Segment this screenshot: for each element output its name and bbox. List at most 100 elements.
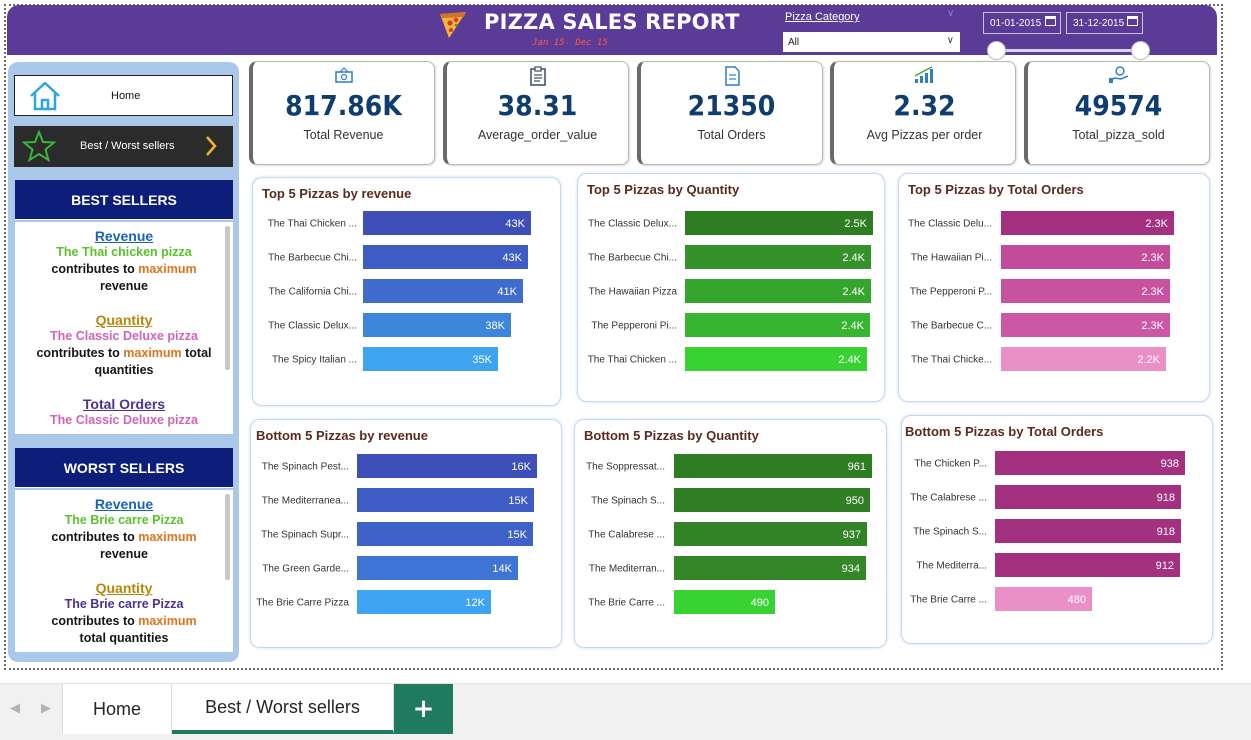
bar[interactable] (995, 451, 1185, 475)
chart-title: Bottom 5 Pizzas by Quantity (584, 428, 759, 443)
date-from-input[interactable]: 01-01-2015 (983, 12, 1061, 34)
data-label: 938 (1161, 458, 1179, 470)
nav-home-button[interactable]: Home (14, 75, 233, 116)
category-label: The Brie Carre ... (588, 598, 665, 609)
date-range-slider-start-handle[interactable] (987, 41, 1006, 60)
category-label: The Thai Chicke... (911, 355, 992, 366)
category-label: The Green Garde... (262, 564, 349, 575)
kpi-total-pizza-sold-value: 49574 (1074, 89, 1163, 122)
data-label: 35K (472, 354, 492, 366)
bar[interactable] (357, 454, 537, 478)
data-label: 950 (846, 495, 864, 507)
worst-revenue-item: The Brie carre Pizza (64, 513, 184, 527)
kpi-average-order-value-value: 38.31 (497, 89, 578, 122)
best-quantity-heading: Quantity (95, 312, 153, 328)
bar[interactable] (995, 553, 1180, 577)
worst-sellers-scrollbar[interactable] (225, 494, 230, 580)
best-sellers-notes: Revenue The Thai chicken pizza contribut… (15, 222, 233, 434)
chart-title: Top 5 Pizzas by Total Orders (908, 182, 1084, 197)
tabs-scroll-right-icon[interactable]: ▶ (41, 701, 51, 716)
data-label: 934 (842, 563, 860, 575)
kpi-total-revenue-label: Total Revenue (303, 128, 384, 142)
worst-revenue-line2: revenue (100, 547, 148, 561)
bar[interactable] (995, 519, 1181, 543)
data-label: 2.5K (844, 218, 867, 230)
nav-best-worst-button[interactable]: Best / Worst sellers (14, 126, 233, 167)
chart-bottom5-orders: The Chicken P... 938 The Calabrese ... 918 T… (901, 415, 1213, 644)
money-icon (334, 67, 353, 83)
chart-bottom5-quantity: The Soppressat... 961 The Spinach S... 950 T… (574, 419, 887, 648)
category-label: The Mediterra... (916, 561, 987, 572)
data-label: 15K (508, 495, 528, 507)
kpi-avg-pizzas-value: 2.32 (893, 89, 956, 122)
bar[interactable] (674, 556, 866, 580)
worst-revenue-heading: Revenue (94, 496, 154, 512)
calendar-icon (1127, 16, 1138, 26)
category-label: The Pepperoni Pi... (591, 321, 677, 332)
nav-home-label: Home (111, 90, 141, 102)
category-label: The California Chi... (269, 287, 357, 298)
report-subtitle: Jan 15- Dec 15 (532, 38, 608, 48)
tab-best-worst-sellers[interactable]: Best / Worst sellers (172, 684, 394, 734)
category-label: The Thai Chicken ... (588, 355, 677, 366)
star-icon (22, 130, 56, 162)
chart-title: Bottom 5 Pizzas by Total Orders (905, 424, 1104, 439)
date-to-input[interactable]: 31-12-2015 (1066, 12, 1143, 34)
report-canvas: PIZZA SALES REPORT Jan 15- Dec 15 Pizza … (0, 0, 1251, 740)
worst-quantity-line2: total quantities (79, 631, 169, 645)
chart-top5-revenue: The Thai Chicken ... 43K The Barbecue Chi.… (252, 177, 561, 406)
category-label: The Spinach S... (591, 496, 665, 507)
data-label: 14K (492, 563, 512, 575)
best-sellers-scrollbar[interactable] (225, 226, 230, 370)
category-label: The Classic Delux... (268, 321, 357, 332)
date-range-slider-end-handle[interactable] (1131, 41, 1150, 60)
category-label: The Mediterran... (589, 564, 665, 575)
date-from-value: 01-01-2015 (990, 17, 1042, 29)
data-label: 2.3K (1141, 320, 1164, 332)
data-label: 2.4K (842, 286, 865, 298)
nav-best-worst-label: Best / Worst sellers (80, 140, 175, 152)
date-to-value: 31-12-2015 (1073, 17, 1125, 29)
category-label: The Calabrese ... (588, 530, 665, 541)
data-label: 2.4K (841, 320, 864, 332)
kpi-average-order-value: 38.31 Average_order_value (443, 61, 629, 165)
bar[interactable] (674, 522, 867, 546)
best-revenue-line1: contributes to maximum (51, 262, 197, 276)
category-label: The Thai Chicken ... (268, 219, 357, 230)
bar-chart-svg: The Spinach Pest... 16K The Mediterranea..… (256, 454, 537, 614)
category-filter-value: All (788, 36, 800, 48)
category-label: The Hawaiian Pi... (911, 253, 992, 264)
kpi-total-revenue: 817.86K Total Revenue (249, 61, 435, 165)
add-page-button[interactable]: + (394, 684, 453, 734)
bar[interactable] (674, 488, 870, 512)
kpi-avg-pizzas-label: Avg Pizzas per order (866, 128, 983, 142)
category-filter-dropdown[interactable]: All ∨ (782, 31, 961, 53)
best-orders-heading: Total Orders (82, 396, 166, 412)
chart-top5-quantity: The Classic Delux... 2.5K The Barbecue Chi… (577, 173, 885, 402)
data-label: 43K (505, 218, 525, 230)
tab-home[interactable]: Home (62, 684, 172, 734)
hand-money-icon (1108, 66, 1128, 83)
data-label: 38K (485, 320, 505, 332)
category-collapse-chevron-icon[interactable]: ∨ (947, 8, 954, 19)
data-label: 2.3K (1141, 286, 1164, 298)
chart-bottom5-revenue: The Spinach Pest... 16K The Mediterranea..… (250, 419, 562, 648)
data-label: 912 (1156, 560, 1174, 572)
data-label: 490 (751, 597, 769, 609)
bar[interactable] (995, 485, 1181, 509)
tabs-scroll-left-icon[interactable]: ◀ (10, 701, 20, 716)
category-label: The Hawaiian Pizza (589, 287, 678, 298)
document-icon (724, 66, 740, 86)
best-revenue-item: The Thai chicken pizza (56, 245, 192, 259)
data-label: 961 (848, 461, 866, 473)
data-label: 2.4K (842, 252, 865, 264)
bar-chart-svg: The Chicken P... 938 The Calabrese ... 918 T… (910, 451, 1185, 611)
category-filter-label: Pizza Category (785, 11, 860, 23)
category-label: The Barbecue Chi... (588, 253, 677, 264)
category-label: The Calabrese ... (910, 493, 987, 504)
data-label: 15K (507, 529, 527, 541)
best-revenue-heading: Revenue (94, 228, 154, 244)
chart-title: Bottom 5 Pizzas by revenue (256, 428, 428, 443)
date-range-slider-track[interactable] (997, 49, 1140, 52)
bar[interactable] (674, 454, 872, 478)
